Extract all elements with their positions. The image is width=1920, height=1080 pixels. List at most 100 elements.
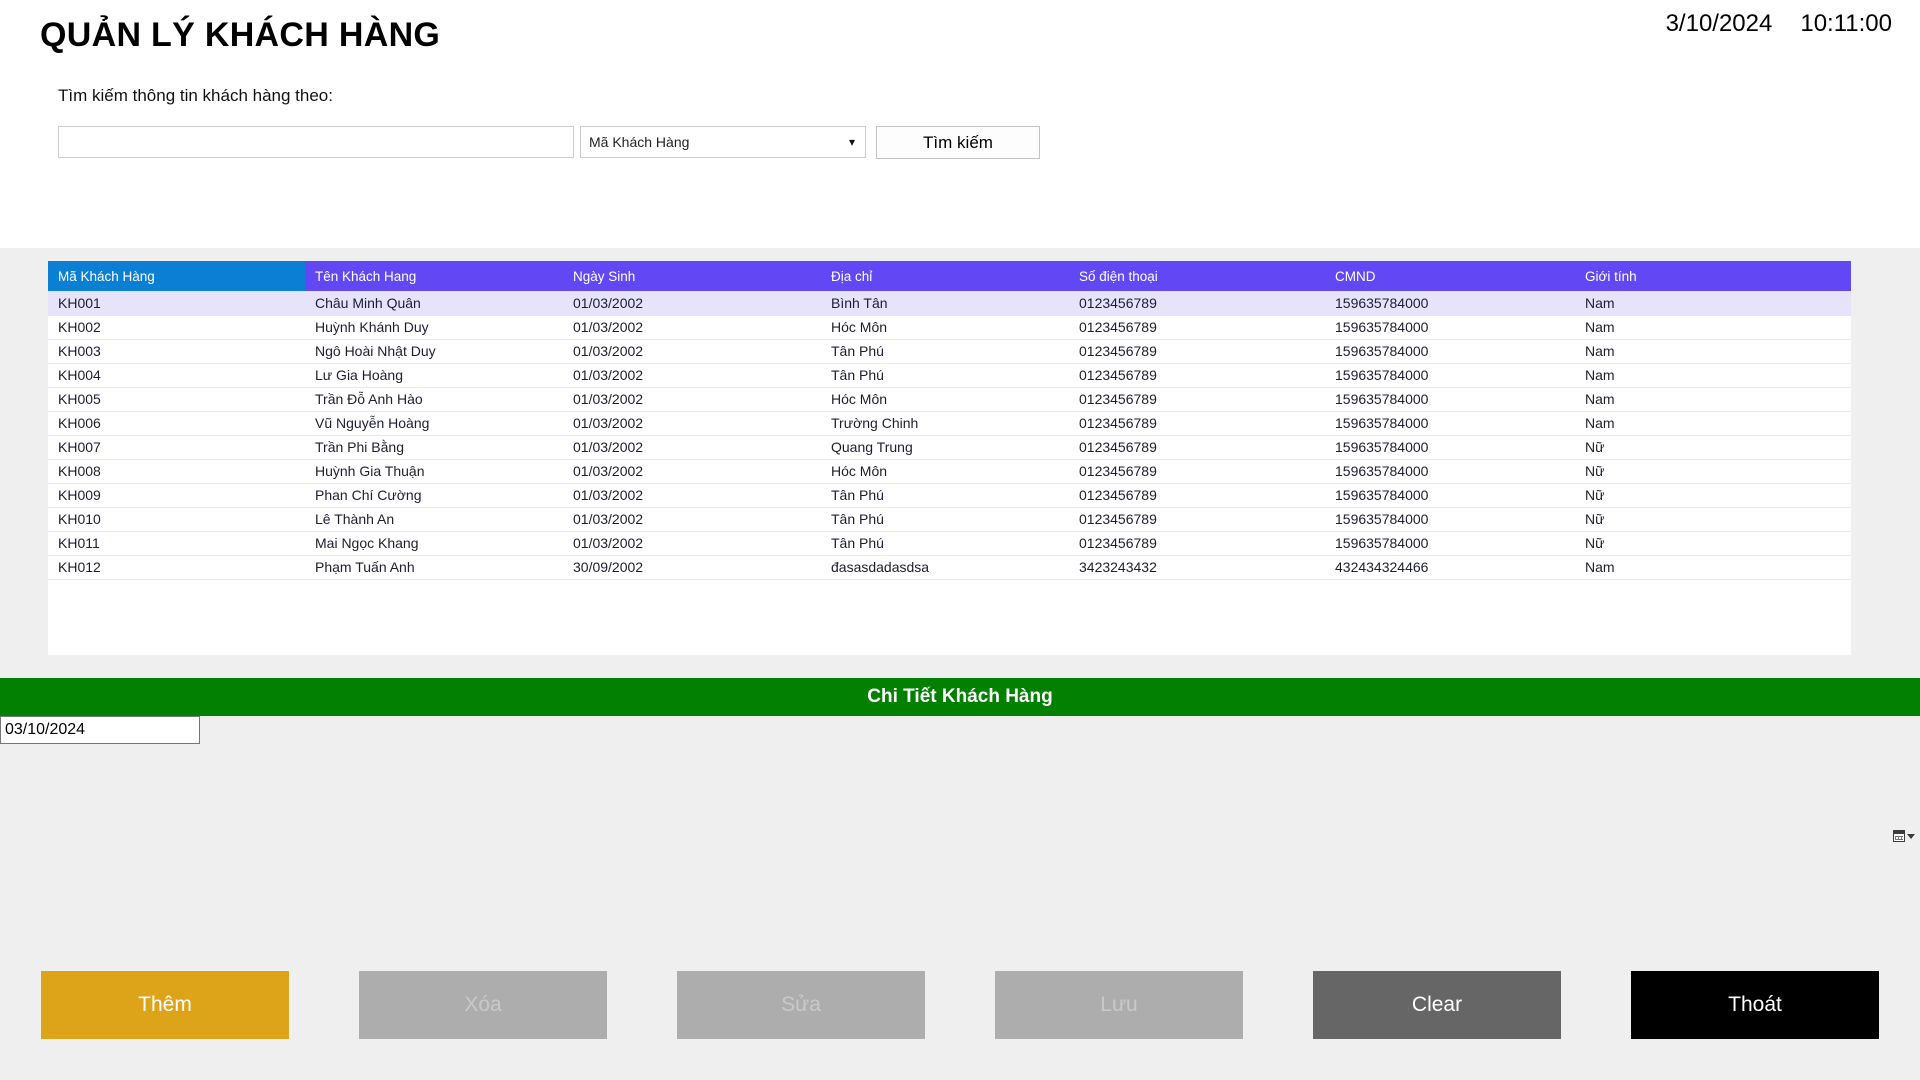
datepicker-value: 03/10/2024 bbox=[5, 721, 86, 738]
cell-so-dien-thoai: 0123456789 bbox=[1069, 435, 1325, 460]
cell-so-dien-thoai: 0123456789 bbox=[1069, 363, 1325, 388]
cell-dia-chi: Bình Tân bbox=[821, 291, 1069, 316]
cell-gioi-tinh: Nam bbox=[1575, 339, 1851, 364]
customer-management-window: QUẢN LÝ KHÁCH HÀNG 3/10/2024 10:11:00 Tì… bbox=[0, 0, 1920, 1080]
search-input[interactable] bbox=[58, 126, 574, 158]
customer-detail-form: Tên khách hàng Ngày sinh 03/10/2024 Giới… bbox=[0, 716, 1920, 956]
cell-cmnd: 159635784000 bbox=[1325, 315, 1575, 340]
table-row[interactable]: KH002 Huỳnh Khánh Duy 01/03/2002 Hóc Môn 012… bbox=[48, 315, 1851, 340]
table-header-row: Mã Khách Hàng Tên Khách Hang Ngày Sinh Đ… bbox=[48, 261, 1851, 291]
cell-cmnd: 159635784000 bbox=[1325, 411, 1575, 436]
search-section-label: Tìm kiếm thông tin khách hàng theo: bbox=[58, 86, 333, 105]
cell-so-dien-thoai: 0123456789 bbox=[1069, 483, 1325, 508]
save-button: Lưu bbox=[995, 971, 1243, 1039]
chevron-down-icon: ▾ bbox=[848, 135, 855, 149]
cell-cmnd: 159635784000 bbox=[1325, 507, 1575, 532]
cell-ten-khach-hang: Lư Gia Hoàng bbox=[305, 363, 563, 388]
cell-ngay-sinh: 01/03/2002 bbox=[563, 483, 821, 508]
customer-data-grid[interactable]: Mã Khách Hàng Tên Khách Hang Ngày Sinh Đ… bbox=[48, 261, 1851, 655]
cell-ma-khach-hang: KH002 bbox=[48, 315, 305, 340]
search-field-select[interactable]: Mã Khách Hàng ▾ bbox=[580, 126, 866, 158]
table-row[interactable]: KH003 Ngô Hoài Nhật Duy 01/03/2002 Tân Phú 0… bbox=[48, 339, 1851, 364]
cell-so-dien-thoai: 3423243432 bbox=[1069, 555, 1325, 580]
cell-ma-khach-hang: KH008 bbox=[48, 459, 305, 484]
cell-ma-khach-hang: KH003 bbox=[48, 339, 305, 364]
calendar-icon bbox=[1893, 830, 1905, 842]
cell-ma-khach-hang: KH001 bbox=[48, 291, 305, 316]
datepicker-ngay-sinh[interactable]: 03/10/2024 bbox=[0, 716, 1915, 842]
cell-dia-chi: Trường Chinh bbox=[821, 411, 1069, 436]
cell-dia-chi: Hóc Môn bbox=[821, 459, 1069, 484]
delete-button: Xóa bbox=[359, 971, 607, 1039]
cell-ten-khach-hang: Huỳnh Gia Thuận bbox=[305, 459, 563, 484]
cell-ngay-sinh: 01/03/2002 bbox=[563, 411, 821, 436]
cell-cmnd: 159635784000 bbox=[1325, 387, 1575, 412]
cell-ten-khach-hang: Phan Chí Cường bbox=[305, 483, 563, 508]
table-row[interactable]: KH007 Trần Phi Bằng 01/03/2002 Quang Trung 0… bbox=[48, 435, 1851, 460]
column-header-gioi-tinh[interactable]: Giới tính bbox=[1575, 261, 1851, 291]
table-row[interactable]: KH012 Phạm Tuấn Anh 30/09/2002 đasasdadasds… bbox=[48, 555, 1851, 580]
cell-gioi-tinh: Nam bbox=[1575, 411, 1851, 436]
cell-ma-khach-hang: KH007 bbox=[48, 435, 305, 460]
detail-section-title: Chi Tiết Khách Hàng bbox=[0, 678, 1920, 716]
cell-ngay-sinh: 01/03/2002 bbox=[563, 291, 821, 316]
table-row[interactable]: KH005 Trần Đỗ Anh Hào 01/03/2002 Hóc Môn 012… bbox=[48, 387, 1851, 412]
cell-dia-chi: Quang Trung bbox=[821, 435, 1069, 460]
table-row[interactable]: KH011 Mai Ngọc Khang 01/03/2002 Tân Phú 0123… bbox=[48, 531, 1851, 556]
column-header-ma-khach-hang[interactable]: Mã Khách Hàng bbox=[48, 261, 305, 291]
cell-gioi-tinh: Nữ bbox=[1575, 435, 1851, 460]
search-bar: Mã Khách Hàng ▾ Tìm kiếm bbox=[58, 126, 1040, 159]
cell-gioi-tinh: Nam bbox=[1575, 291, 1851, 316]
datepicker-icons[interactable] bbox=[1893, 830, 1915, 842]
top-panel: QUẢN LÝ KHÁCH HÀNG 3/10/2024 10:11:00 Tì… bbox=[0, 0, 1920, 248]
cell-gioi-tinh: Nam bbox=[1575, 555, 1851, 580]
column-header-dia-chi[interactable]: Địa chỉ bbox=[821, 261, 1069, 291]
cell-dia-chi: Hóc Môn bbox=[821, 315, 1069, 340]
cell-so-dien-thoai: 0123456789 bbox=[1069, 339, 1325, 364]
cell-gioi-tinh: Nam bbox=[1575, 363, 1851, 388]
table-header: Mã Khách Hàng Tên Khách Hang Ngày Sinh Đ… bbox=[48, 261, 1851, 291]
table-row[interactable]: KH006 Vũ Nguyễn Hoàng 01/03/2002 Trường Chi… bbox=[48, 411, 1851, 436]
add-button[interactable]: Thêm bbox=[41, 971, 289, 1039]
cell-ma-khach-hang: KH010 bbox=[48, 507, 305, 532]
cell-cmnd: 432434324466 bbox=[1325, 555, 1575, 580]
cell-cmnd: 159635784000 bbox=[1325, 339, 1575, 364]
edit-button: Sửa bbox=[677, 971, 925, 1039]
cell-ten-khach-hang: Vũ Nguyễn Hoàng bbox=[305, 411, 563, 436]
cell-so-dien-thoai: 0123456789 bbox=[1069, 459, 1325, 484]
cell-cmnd: 159635784000 bbox=[1325, 291, 1575, 316]
table-row[interactable]: KH009 Phan Chí Cường 01/03/2002 Tân Phú 0123… bbox=[48, 483, 1851, 508]
cell-dia-chi: Tân Phú bbox=[821, 531, 1069, 556]
clear-button[interactable]: Clear bbox=[1313, 971, 1561, 1039]
table-row[interactable]: KH010 Lê Thành An 01/03/2002 Tân Phú 0123456… bbox=[48, 507, 1851, 532]
cell-cmnd: 159635784000 bbox=[1325, 363, 1575, 388]
column-header-cmnd[interactable]: CMND bbox=[1325, 261, 1575, 291]
cell-dia-chi: đasasdadasdsa bbox=[821, 555, 1069, 580]
datetime-display: 3/10/2024 10:11:00 bbox=[1666, 10, 1892, 38]
cell-so-dien-thoai: 0123456789 bbox=[1069, 411, 1325, 436]
cell-gioi-tinh: Nữ bbox=[1575, 459, 1851, 484]
column-header-so-dien-thoai[interactable]: Số điện thoại bbox=[1069, 261, 1325, 291]
column-header-ngay-sinh[interactable]: Ngày Sinh bbox=[563, 261, 821, 291]
search-button[interactable]: Tìm kiếm bbox=[876, 126, 1040, 159]
cell-ten-khach-hang: Mai Ngọc Khang bbox=[305, 531, 563, 556]
cell-ten-khach-hang: Trần Phi Bằng bbox=[305, 435, 563, 460]
cell-ngay-sinh: 30/09/2002 bbox=[563, 555, 821, 580]
cell-ma-khach-hang: KH004 bbox=[48, 363, 305, 388]
cell-gioi-tinh: Nam bbox=[1575, 387, 1851, 412]
table-row[interactable]: KH008 Huỳnh Gia Thuận 01/03/2002 Hóc Môn 012… bbox=[48, 459, 1851, 484]
cell-ten-khach-hang: Ngô Hoài Nhật Duy bbox=[305, 339, 563, 364]
table-body: KH001 Châu Minh Quân 01/03/2002 Bình Tân 012… bbox=[48, 291, 1851, 580]
cell-dia-chi: Tân Phú bbox=[821, 483, 1069, 508]
table-row[interactable]: KH001 Châu Minh Quân 01/03/2002 Bình Tân 012… bbox=[48, 291, 1851, 316]
cell-ten-khach-hang: Huỳnh Khánh Duy bbox=[305, 315, 563, 340]
cell-so-dien-thoai: 0123456789 bbox=[1069, 507, 1325, 532]
column-header-ten-khach-hang[interactable]: Tên Khách Hang bbox=[305, 261, 563, 291]
cell-cmnd: 159635784000 bbox=[1325, 531, 1575, 556]
cell-cmnd: 159635784000 bbox=[1325, 483, 1575, 508]
cell-so-dien-thoai: 0123456789 bbox=[1069, 387, 1325, 412]
chevron-down-icon bbox=[1907, 833, 1915, 839]
exit-button[interactable]: Thoát bbox=[1631, 971, 1879, 1039]
cell-ngay-sinh: 01/03/2002 bbox=[563, 459, 821, 484]
table-row[interactable]: KH004 Lư Gia Hoàng 01/03/2002 Tân Phú 012345… bbox=[48, 363, 1851, 388]
